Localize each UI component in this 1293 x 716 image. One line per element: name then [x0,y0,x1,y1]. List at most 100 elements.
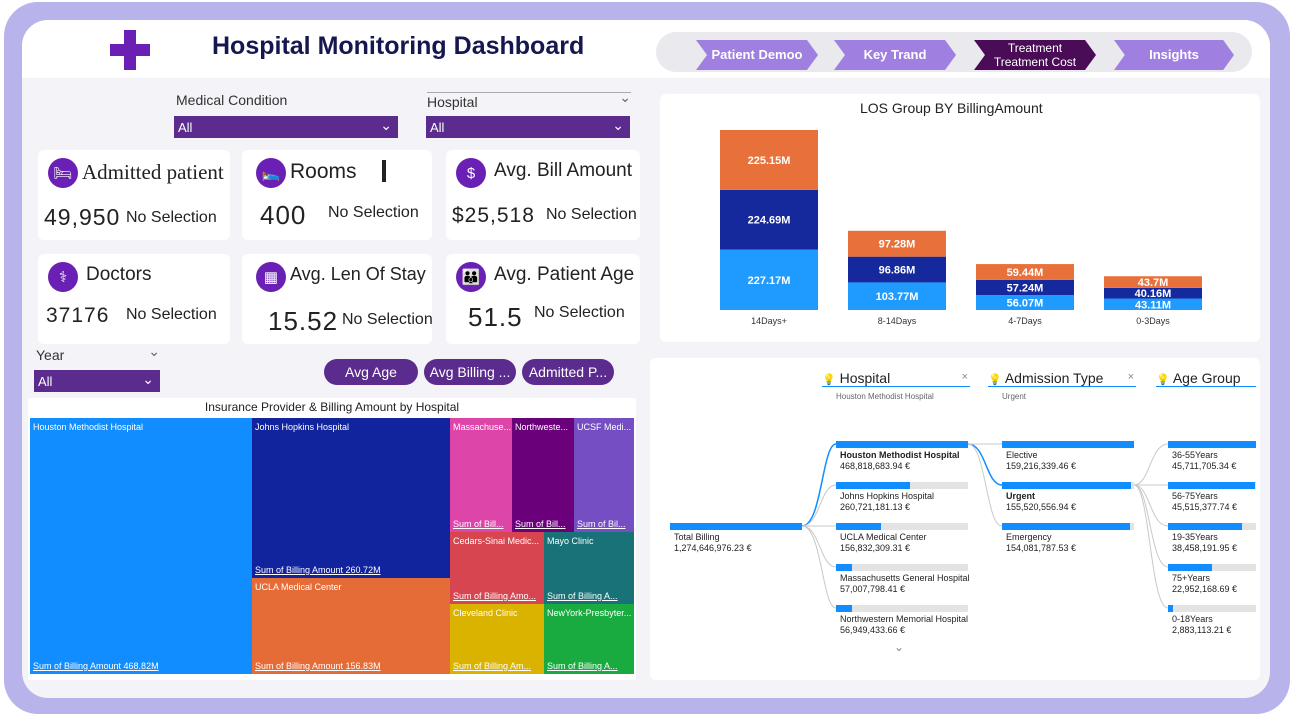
kpi-title: Avg. Len Of Stay [290,264,426,284]
nav-patient-demo-button[interactable]: Patient Demoo [696,40,818,70]
x-tick-label: 4-7Days [1008,316,1042,326]
kpi-card-avg-bill: $ Avg. Bill Amount $25,518 No Selection [446,150,640,240]
avg-billing-button[interactable]: Avg Billing ... [424,359,516,385]
chevron-down-icon: ⌄ [612,117,624,133]
kpi-card-admitted: 🛏 Admitted patient 49,950 No Selection [38,150,230,240]
decomp-node[interactable]: Massachusetts General Hospital 57,007,798… [840,573,970,595]
decomp-level-admission[interactable]: 💡 Admission Type × [988,370,1136,387]
decomp-node[interactable]: Elective 159,216,339.46 € [1006,450,1076,472]
treemap-tile[interactable]: Massachuse... Sum of Bill... [450,418,512,532]
los-chart-card: LOS Group BY BillingAmount 227.17M 224.69… [660,94,1260,342]
kpi-value: 15.52 [268,306,339,336]
decomp-level-hospital[interactable]: 💡 Hospital × [822,370,970,387]
kpi-card-doctors: ⚕ Doctors 37176 No Selection [38,254,230,344]
chart-title: LOS Group BY BillingAmount [860,100,1043,116]
year-dropdown[interactable]: All ⌄ [34,370,160,392]
tile-name: UCSF Medi... [577,422,632,432]
decomp-node[interactable]: Emergency 154,081,787.53 € [1006,532,1076,554]
nav-treatment-cost-button[interactable]: Treatment Treatment Cost [974,40,1096,70]
treemap-tile[interactable]: Mayo Clinic Sum of Billing A... [544,532,634,604]
decomp-node[interactable]: Houston Methodist Hospital 468,818,683.94… [840,450,960,472]
decomp-bar[interactable] [1002,523,1130,530]
kpi-selection: No Selection [126,209,217,226]
close-icon[interactable]: × [962,371,968,383]
decomp-bar[interactable] [1168,482,1255,489]
treemap-tile[interactable]: NewYork-Presbyter... Sum of Billing A... [544,604,634,674]
decomp-level-label: Admission Type [1004,370,1104,386]
decomp-level-age[interactable]: 💡 Age Group [1156,370,1256,387]
hospital-value: All [430,120,445,135]
decomp-bar[interactable] [1002,482,1131,489]
kpi-card-avg-stay: ▦ Avg. Len Of Stay 15.52 No Selection [242,254,433,344]
tile-name: Northweste... [515,422,569,432]
tile-value: Sum of Billing A... [547,591,618,601]
tile-value: Sum of Billing Amount 156.83M [255,661,381,671]
year-value: All [38,374,53,389]
decomp-bar[interactable] [836,482,910,489]
treemap-tile[interactable]: Cedars-Sinai Medic... Sum of Billing Amo.… [450,532,544,604]
decomp-bar[interactable] [836,441,968,448]
kpi-selection: No Selection [126,306,217,323]
data-label: 57.24M [1007,282,1044,294]
decomp-bar[interactable] [1168,523,1242,530]
data-label: 103.77M [876,291,919,303]
decomp-bar[interactable] [1168,564,1212,571]
treemap-tile[interactable]: UCSF Medi... Sum of Bil... [574,418,634,532]
admitted-patients-button[interactable]: Admitted P... [522,359,614,385]
tile-value: Sum of Billing Amo... [453,591,537,601]
decomp-bar[interactable] [1168,441,1256,448]
tile-value: Sum of Bill... [453,519,504,529]
data-label: 224.69M [748,215,791,227]
decomp-bar-track [1168,605,1256,612]
chevron-down-icon: ⌄ [142,371,154,387]
decomp-node[interactable]: UCLA Medical Center 156,832,309.31 € [840,532,927,554]
treemap-tile[interactable]: Johns Hopkins Hospital Sum of Billing Amo… [252,418,450,578]
tile-value: Sum of Billing Amount 468.82M [33,661,159,671]
treemap-tile[interactable]: Cleveland Clinic Sum of Billing Am... [450,604,544,674]
tile-name: Houston Methodist Hospital [33,422,144,432]
treemap-tile[interactable]: Northweste... Sum of Bill... [512,418,574,532]
decomp-level-label: Hospital [839,370,891,386]
avg-age-button[interactable]: Avg Age [324,359,418,385]
kpi-card-rooms: 🛌 Rooms 400 No Selection [242,150,432,240]
decomp-bar[interactable] [1002,441,1134,448]
treemap-tile[interactable]: UCLA Medical Center Sum of Billing Amount… [252,578,450,674]
close-icon[interactable]: × [1128,371,1134,383]
tile-name: UCLA Medical Center [255,582,342,592]
decomp-node[interactable]: 19-35Years 38,458,191.95 € [1172,532,1237,554]
nav-key-trend-button[interactable]: Key Trand [834,40,956,70]
treemap-tile[interactable]: Houston Methodist Hospital Sum of Billing… [30,418,252,674]
decomp-bar-track [836,605,968,612]
chevron-down-icon: ⌄ [380,117,392,133]
decomp-bar[interactable] [836,523,881,530]
hospital-dropdown[interactable]: All ⌄ [426,116,630,138]
decomp-bar[interactable] [1168,605,1173,612]
medical-condition-dropdown[interactable]: All ⌄ [174,116,398,138]
chevron-down-icon[interactable]: ⌄ [894,640,904,654]
decomp-node[interactable]: 0-18Years 2,883,113.21 € [1172,614,1231,636]
kpi-selection: No Selection [534,304,625,321]
decomp-root-bar[interactable] [670,523,802,530]
decomp-bar-track [836,564,968,571]
decomp-node[interactable]: 56-75Years 45,515,377.74 € [1172,491,1237,513]
kpi-value: 400 [260,200,307,230]
nav-insights-button[interactable]: Insights [1114,40,1234,70]
data-label: 225.15M [748,155,791,167]
kpi-title: Doctors [86,264,152,285]
decomp-node[interactable]: Urgent 155,520,556.94 € [1006,491,1076,513]
kpi-title: Admitted patient [82,160,224,184]
tile-value: Sum of Billing Amount 260.72M [255,565,381,575]
tile-name: Johns Hopkins Hospital [255,422,350,432]
hospital-label-text: Hospital [427,94,478,110]
decomp-node[interactable]: 36-55Years 45,711,705.34 € [1172,450,1236,472]
decomp-node[interactable]: Johns Hopkins Hospital 260,721,181.13 € [840,491,934,513]
page-title: Hospital Monitoring Dashboard [212,32,585,60]
data-label: 59.44M [1007,267,1044,279]
decomp-node[interactable]: Northwestern Memorial Hospital 56,949,433… [840,614,968,636]
decomp-bar[interactable] [836,605,852,612]
kpi-title: Avg. Bill Amount [494,160,633,181]
decomp-node[interactable]: 75+Years 22,952,168.69 € [1172,573,1237,595]
decomp-bar[interactable] [836,564,852,571]
tile-name: Massachuse... [453,422,512,432]
decomp-node-value: 1,274,646,976.23 € [674,543,752,553]
